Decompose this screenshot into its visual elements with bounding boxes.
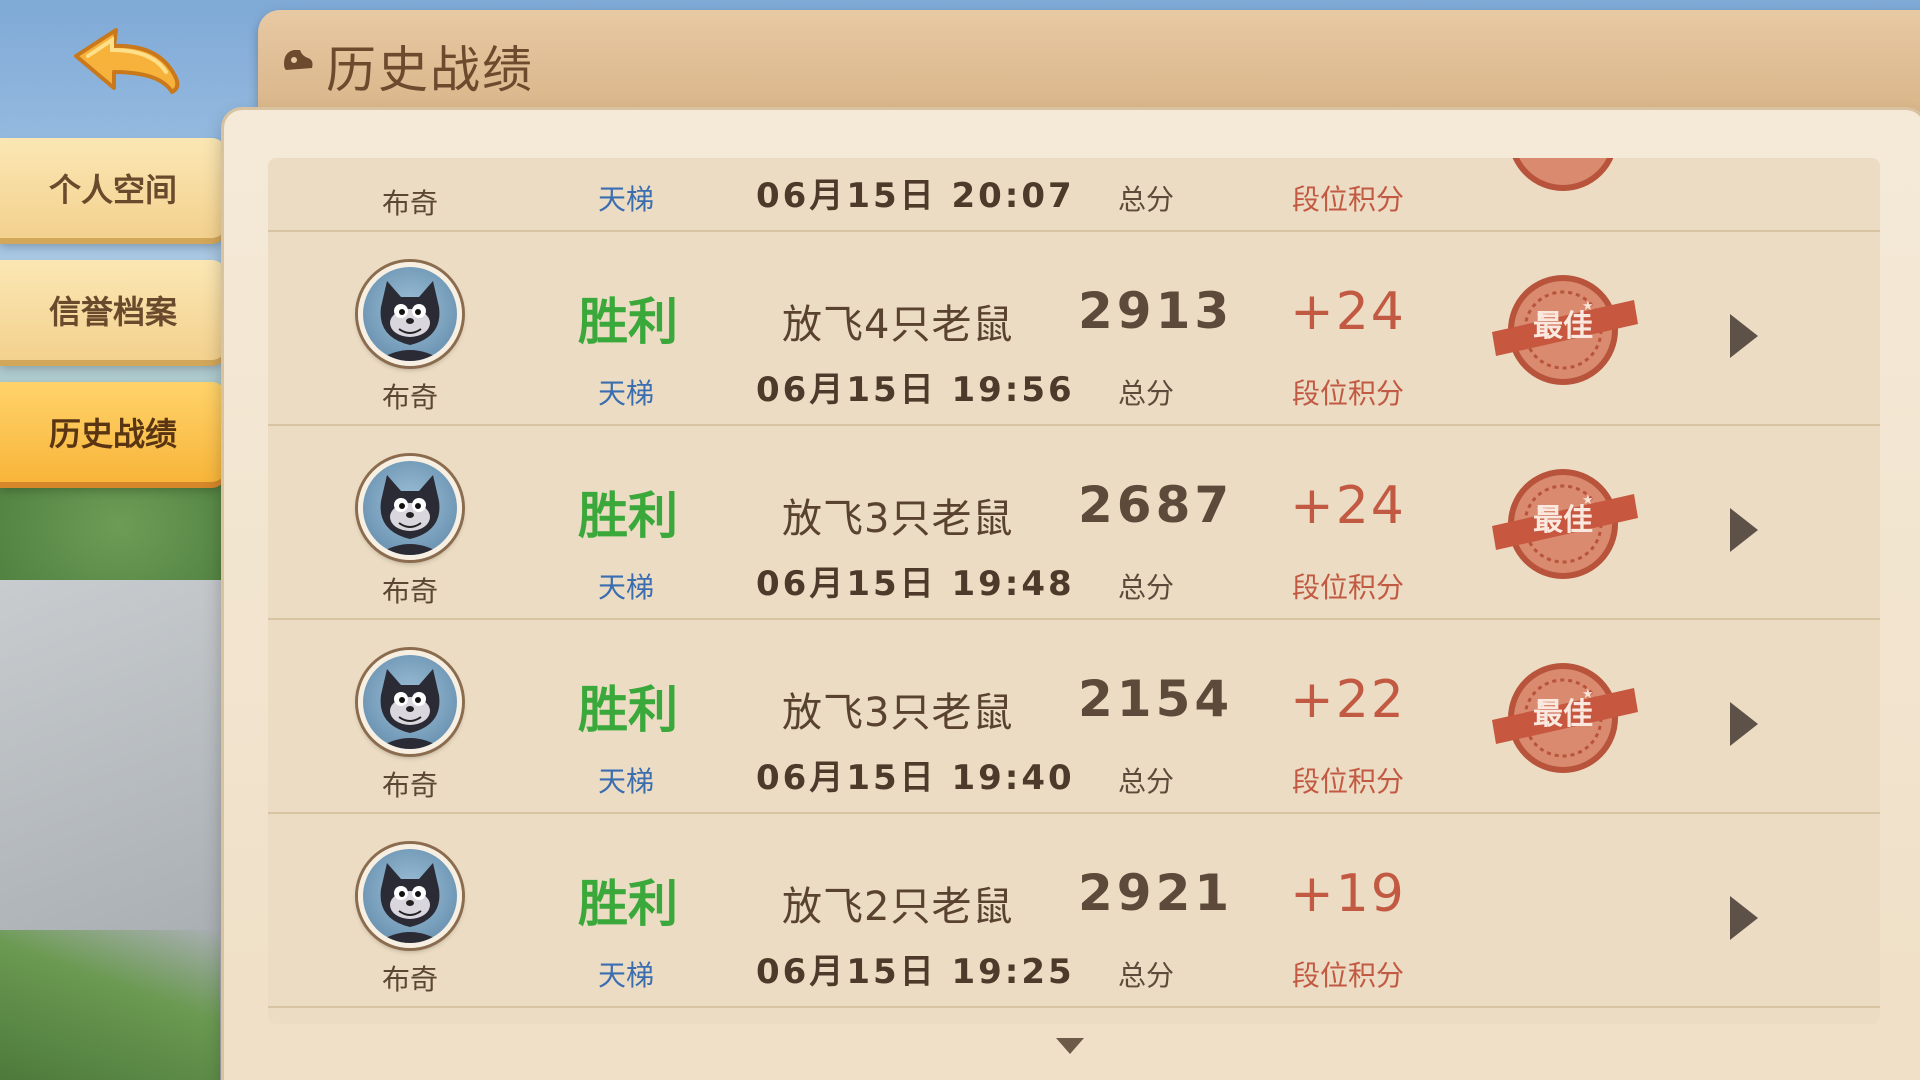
avatar: [358, 650, 462, 754]
shoe-icon: [284, 50, 313, 70]
nav-tab-label: 信誉档案: [48, 293, 177, 331]
nav-tab-credit-record[interactable]: 信誉档案: [0, 260, 226, 360]
match-result: 胜利: [578, 487, 678, 545]
list-item-partial: 布奇 天梯 06月15日 20:07 总分 段位积分: [268, 158, 1880, 232]
cat-avatar-icon: [377, 669, 443, 749]
score-label: 总分: [1118, 959, 1175, 992]
total-score: 2154: [1078, 670, 1234, 728]
player-name: 布奇: [381, 381, 438, 414]
match-result: 胜利: [578, 681, 678, 739]
rank-label: 段位积分: [1291, 765, 1404, 798]
match-time: 06月15日 19:48: [756, 564, 1075, 604]
total-score: 2687: [1078, 476, 1234, 534]
score-label: 总分: [1118, 765, 1175, 798]
match-detail-arrow[interactable]: [1730, 314, 1758, 358]
nav-tab-label: 历史战绩: [48, 415, 177, 453]
player-name: 布奇: [381, 575, 438, 608]
player-name: 布奇: [381, 187, 438, 220]
match-row[interactable]: 布奇 胜利 天梯 放飞2只老鼠 06月15日 19:25 2921 总分 +19…: [268, 814, 1880, 1008]
match-mode: 天梯: [598, 571, 655, 604]
rank-points-delta: +24: [1290, 282, 1406, 342]
match-mode: 天梯: [598, 377, 655, 410]
rank-points-delta: +19: [1290, 864, 1406, 924]
best-seal-icon: ★ ★ 最佳: [1492, 663, 1638, 773]
best-badge-text: 最佳: [1533, 503, 1593, 538]
cat-avatar-icon: [377, 281, 443, 361]
nav-tab-label: 个人空间: [48, 171, 177, 209]
rank-points-delta: +22: [1290, 670, 1406, 730]
best-seal-icon: [1512, 158, 1614, 191]
match-time: 06月15日 19:40: [756, 758, 1075, 798]
back-arrow-icon: [74, 28, 180, 94]
scroll-down-indicator[interactable]: [1056, 1038, 1084, 1054]
best-seal-icon: ★ ★ 最佳: [1492, 469, 1638, 579]
match-time: 06月15日 19:25: [756, 952, 1075, 992]
match-detail-arrow[interactable]: [1730, 508, 1758, 552]
match-mode: 天梯: [598, 183, 655, 216]
player-name: 布奇: [381, 963, 438, 996]
match-detail-arrow[interactable]: [1730, 702, 1758, 746]
total-score: 2913: [1078, 282, 1234, 340]
page-title: 历史战绩: [326, 41, 534, 99]
match-description: 放飞4只老鼠: [782, 302, 1014, 348]
rank-points-delta: +24: [1290, 476, 1406, 536]
background-grass: [0, 930, 220, 1080]
avatar: [358, 456, 462, 560]
score-label: 总分: [1118, 571, 1175, 604]
match-row[interactable]: 布奇 胜利 天梯 放飞3只老鼠 06月15日 19:40 2154 总分 +22…: [268, 620, 1880, 814]
cat-avatar-icon: [377, 475, 443, 555]
match-description: 放飞3只老鼠: [782, 496, 1014, 542]
match-description: 放飞2只老鼠: [782, 884, 1014, 930]
rank-label: 段位积分: [1291, 571, 1404, 604]
match-list[interactable]: 布奇 天梯 06月15日 20:07 总分 段位积分 布奇 胜利 天梯 放飞4只…: [268, 158, 1880, 1024]
match-row[interactable]: 布奇 胜利 天梯 放飞3只老鼠 06月15日 19:48 2687 总分 +24…: [268, 426, 1880, 620]
player-name: 布奇: [381, 769, 438, 802]
nav-tab-match-history[interactable]: 历史战绩: [0, 382, 226, 482]
best-badge-text: 最佳: [1533, 309, 1593, 344]
match-row[interactable]: 布奇 胜利 天梯 放飞4只老鼠 06月15日 19:56 2913 总分 +24…: [268, 232, 1880, 426]
best-seal-icon: ★ ★ 最佳: [1492, 275, 1638, 385]
rank-label: 段位积分: [1291, 959, 1404, 992]
total-score: 2921: [1078, 864, 1234, 922]
rank-label: 段位积分: [1291, 183, 1404, 216]
back-button[interactable]: [68, 26, 188, 106]
cat-avatar-icon: [377, 863, 443, 943]
match-time: 06月15日 20:07: [756, 176, 1075, 216]
score-label: 总分: [1118, 377, 1175, 410]
avatar: [358, 844, 462, 948]
rank-label: 段位积分: [1291, 377, 1404, 410]
score-label: 总分: [1118, 183, 1175, 216]
match-time: 06月15日 19:56: [756, 370, 1075, 410]
avatar: [358, 262, 462, 366]
best-badge-text: 最佳: [1533, 697, 1593, 732]
match-mode: 天梯: [598, 959, 655, 992]
match-result: 胜利: [578, 875, 678, 933]
match-result: 胜利: [578, 293, 678, 351]
match-description: 放飞3只老鼠: [782, 690, 1014, 736]
match-mode: 天梯: [598, 765, 655, 798]
nav-tab-personal-space[interactable]: 个人空间: [0, 138, 226, 238]
match-detail-arrow[interactable]: [1730, 896, 1758, 940]
